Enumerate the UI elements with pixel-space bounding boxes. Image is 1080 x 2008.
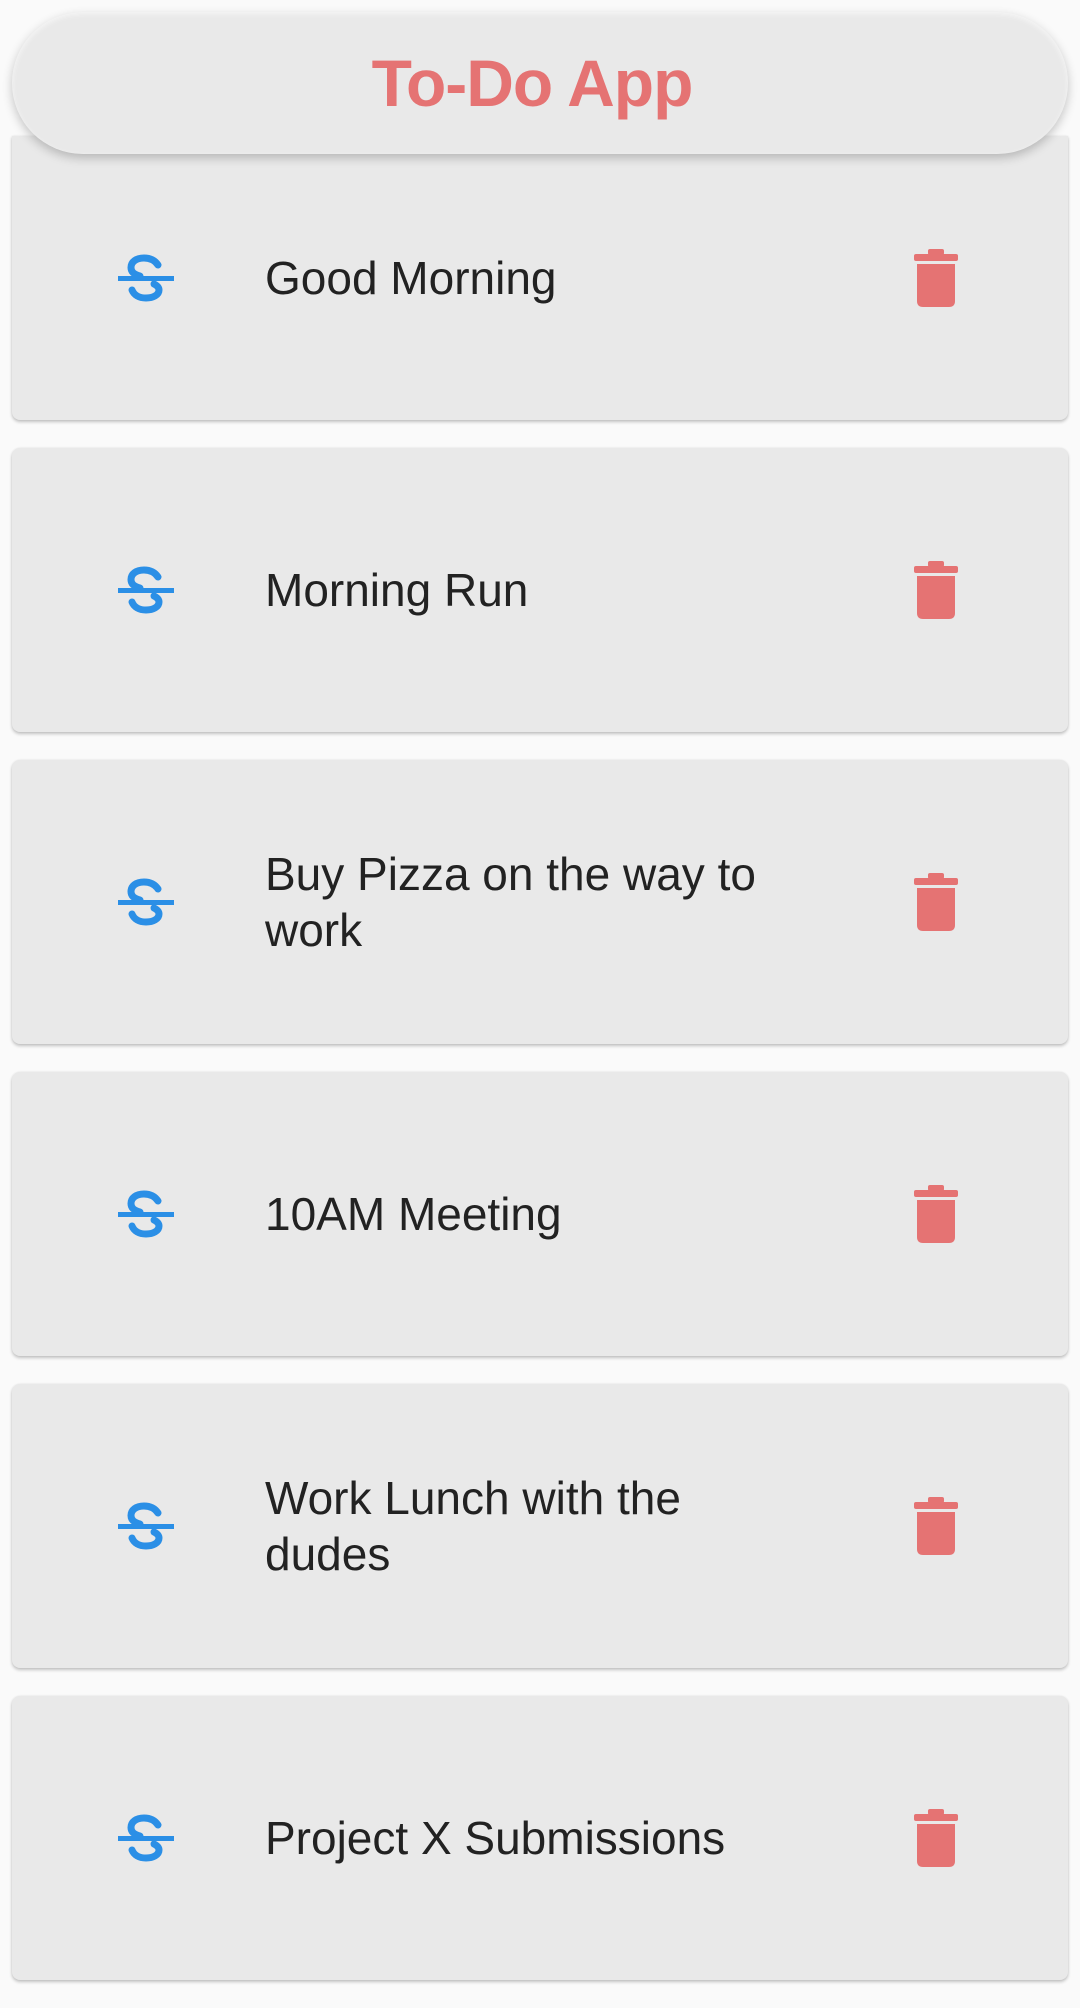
strikethrough-icon	[118, 1190, 174, 1238]
delete-button[interactable]	[906, 1491, 966, 1561]
strikethrough-button[interactable]	[116, 872, 176, 932]
app-header: To-Do App	[12, 12, 1068, 154]
delete-button[interactable]	[906, 555, 966, 625]
delete-button[interactable]	[906, 867, 966, 937]
strikethrough-button[interactable]	[116, 1496, 176, 1556]
task-card: Work Lunch with the dudes	[12, 1384, 1068, 1668]
task-text: Buy Pizza on the way to work	[265, 848, 756, 956]
strikethrough-button[interactable]	[116, 560, 176, 620]
task-card: Buy Pizza on the way to work	[12, 760, 1068, 1044]
strikethrough-icon	[118, 1502, 174, 1550]
strikethrough-icon	[118, 566, 174, 614]
trash-icon	[914, 1497, 958, 1555]
task-card: 10AM Meeting	[12, 1072, 1068, 1356]
task-text: Morning Run	[265, 564, 529, 616]
strikethrough-button[interactable]	[116, 1808, 176, 1868]
strikethrough-icon	[118, 1814, 174, 1862]
strikethrough-button[interactable]	[116, 1184, 176, 1244]
task-list: Good Morning Morning Run Buy Pizza on th…	[12, 136, 1068, 2008]
trash-icon	[914, 249, 958, 307]
trash-icon	[914, 1185, 958, 1243]
task-card: Project X Submissions	[12, 1696, 1068, 1980]
task-text: Project X Submissions	[265, 1812, 726, 1864]
trash-icon	[914, 873, 958, 931]
trash-icon	[914, 561, 958, 619]
task-card: Good Morning	[12, 136, 1068, 420]
delete-button[interactable]	[906, 1179, 966, 1249]
delete-button[interactable]	[906, 1803, 966, 1873]
task-text: Good Morning	[265, 252, 557, 304]
task-card: Morning Run	[12, 448, 1068, 732]
delete-button[interactable]	[906, 243, 966, 313]
trash-icon	[914, 1809, 958, 1867]
strikethrough-icon	[118, 878, 174, 926]
task-text: 10AM Meeting	[265, 1188, 562, 1240]
app-title: To-Do App	[371, 46, 694, 120]
task-text: Work Lunch with the dudes	[265, 1472, 681, 1580]
strikethrough-icon	[118, 254, 174, 302]
strikethrough-button[interactable]	[116, 248, 176, 308]
